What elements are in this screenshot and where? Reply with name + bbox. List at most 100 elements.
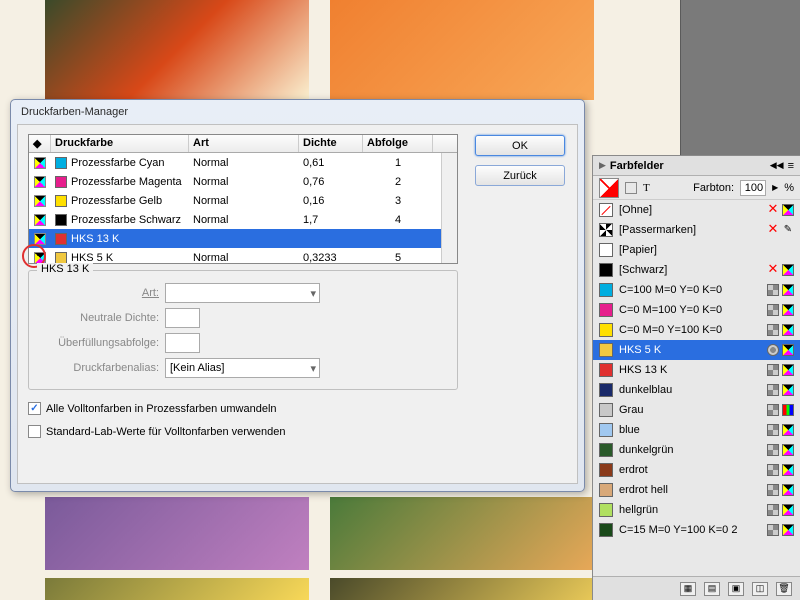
swatch-row[interactable]: [Passermarken]✕✎: [593, 220, 800, 240]
order-input[interactable]: [165, 333, 200, 353]
bg-image: [330, 497, 594, 570]
cancel-button[interactable]: Zurück: [475, 165, 565, 186]
collapse-icon[interactable]: ▶: [599, 160, 606, 171]
cmyk-icon: [782, 304, 794, 316]
delete-swatch-icon[interactable]: 🗑: [776, 582, 792, 596]
tone-input[interactable]: [740, 180, 766, 196]
swatch-name: Grau: [619, 404, 761, 416]
panel-menu-icon[interactable]: ≡: [788, 160, 794, 172]
cmyk-icon: [782, 324, 794, 336]
new-swatch2-icon[interactable]: ◫: [752, 582, 768, 596]
swatch-icons: ✕: [767, 204, 794, 216]
swatch-name: C=0 M=0 Y=100 K=0: [619, 324, 761, 336]
type-combo[interactable]: [165, 283, 320, 303]
table-row[interactable]: Prozessfarbe GelbNormal0,163: [29, 191, 457, 210]
swatch-row[interactable]: HKS 5 K: [593, 340, 800, 360]
alias-combo[interactable]: [Kein Alias]: [165, 358, 320, 378]
global-icon: [767, 324, 779, 336]
swatch-row[interactable]: C=15 M=0 Y=100 K=0 2: [593, 520, 800, 540]
ink-name: HKS 13 K: [71, 233, 119, 245]
swatch-row[interactable]: [Schwarz] ✕: [593, 260, 800, 280]
object-icon[interactable]: [625, 182, 637, 194]
col-type[interactable]: Art: [189, 135, 299, 152]
global-icon: [767, 424, 779, 436]
panel-collapse-icon[interactable]: ◀◀: [770, 160, 784, 171]
swatch-icons: [767, 384, 794, 396]
swatch-row[interactable]: Grau: [593, 400, 800, 420]
swatch-row[interactable]: erdrot hell: [593, 480, 800, 500]
ink-table: ◆ Druckfarbe Art Dichte Abfolge Prozessf…: [28, 134, 458, 264]
table-row[interactable]: Prozessfarbe SchwarzNormal1,74: [29, 210, 457, 229]
table-row[interactable]: Prozessfarbe CyanNormal0,611: [29, 153, 457, 172]
ink-type: Normal: [189, 193, 299, 209]
col-icon[interactable]: ◆: [29, 135, 51, 152]
global-icon: [767, 444, 779, 456]
swatch-color: [599, 503, 613, 517]
swatch-name: [Schwarz]: [619, 264, 761, 276]
bg-image: [330, 578, 594, 600]
text-icon[interactable]: T: [643, 182, 650, 194]
col-order[interactable]: Abfolge: [363, 135, 433, 152]
show-grid-icon[interactable]: ▤: [704, 582, 720, 596]
fill-stroke-swatch[interactable]: [599, 178, 619, 198]
density-input[interactable]: [165, 308, 200, 328]
swatch-color: [599, 303, 613, 317]
swatch-row[interactable]: HKS 13 K: [593, 360, 800, 380]
checkbox-icon: [28, 402, 41, 415]
global-icon: [767, 284, 779, 296]
top-gray-panel: [680, 0, 800, 155]
lab-values-checkbox-row[interactable]: Standard-Lab-Werte für Volltonfarben ver…: [28, 425, 286, 438]
global-icon: [767, 404, 779, 416]
swatch-row[interactable]: [Ohne] ✕: [593, 200, 800, 220]
swatch-row[interactable]: erdrot: [593, 460, 800, 480]
swatch-name: dunkelblau: [619, 384, 761, 396]
cmyk-icon: [782, 264, 794, 276]
checkbox-icon: [28, 425, 41, 438]
swatch-color: [599, 283, 613, 297]
swatch-row[interactable]: dunkelblau: [593, 380, 800, 400]
cmyk-icon: [782, 424, 794, 436]
ink-swatch: [55, 157, 67, 169]
tone-unit: %: [784, 182, 794, 194]
swatch-row[interactable]: C=0 M=100 Y=0 K=0: [593, 300, 800, 320]
density-label: Neutrale Dichte:: [29, 312, 159, 324]
global-icon: [767, 464, 779, 476]
table-scrollbar[interactable]: [441, 153, 457, 263]
noedit-icon: ✕: [767, 224, 779, 236]
ink-name: Prozessfarbe Gelb: [71, 195, 162, 207]
swatch-row[interactable]: [Papier]: [593, 240, 800, 260]
swatch-row[interactable]: C=100 M=0 Y=0 K=0: [593, 280, 800, 300]
group-title: HKS 13 K: [37, 263, 93, 275]
swatch-icons: ✕✎: [767, 224, 794, 236]
swatch-row[interactable]: dunkelgrün: [593, 440, 800, 460]
global-icon: [767, 504, 779, 516]
swatch-icons: [767, 364, 794, 376]
ink-type-icon: [34, 176, 46, 188]
swatch-color: [599, 403, 613, 417]
swatch-name: C=15 M=0 Y=100 K=0 2: [619, 524, 761, 536]
swatch-row[interactable]: C=0 M=0 Y=100 K=0: [593, 320, 800, 340]
swatch-row[interactable]: blue: [593, 420, 800, 440]
table-body: Prozessfarbe CyanNormal0,611Prozessfarbe…: [29, 153, 457, 267]
table-row[interactable]: Prozessfarbe MagentaNormal0,762: [29, 172, 457, 191]
new-swatch-icon[interactable]: ▣: [728, 582, 744, 596]
swatch-icons: ✕: [767, 264, 794, 276]
swatch-name: dunkelgrün: [619, 444, 761, 456]
show-list-icon[interactable]: ▦: [680, 582, 696, 596]
swatch-icons: [767, 424, 794, 436]
convert-spot-checkbox-row[interactable]: Alle Volltonfarben in Prozessfarben umwa…: [28, 402, 277, 415]
tone-arrow-icon[interactable]: ▶: [772, 183, 778, 192]
swatch-name: blue: [619, 424, 761, 436]
col-density[interactable]: Dichte: [299, 135, 363, 152]
table-row[interactable]: HKS 13 K: [29, 229, 457, 248]
swatch-color: [599, 423, 613, 437]
panel-title: Farbfelder: [610, 160, 664, 172]
swatch-name: [Ohne]: [619, 204, 761, 216]
ok-button[interactable]: OK: [475, 135, 565, 156]
col-ink[interactable]: Druckfarbe: [51, 135, 189, 152]
swatch-row[interactable]: hellgrün: [593, 500, 800, 520]
cmyk-icon: [782, 284, 794, 296]
ink-type-icon: [34, 157, 46, 169]
ink-swatch: [55, 214, 67, 226]
panel-tab[interactable]: ▶ Farbfelder ◀◀ ≡: [593, 156, 800, 176]
